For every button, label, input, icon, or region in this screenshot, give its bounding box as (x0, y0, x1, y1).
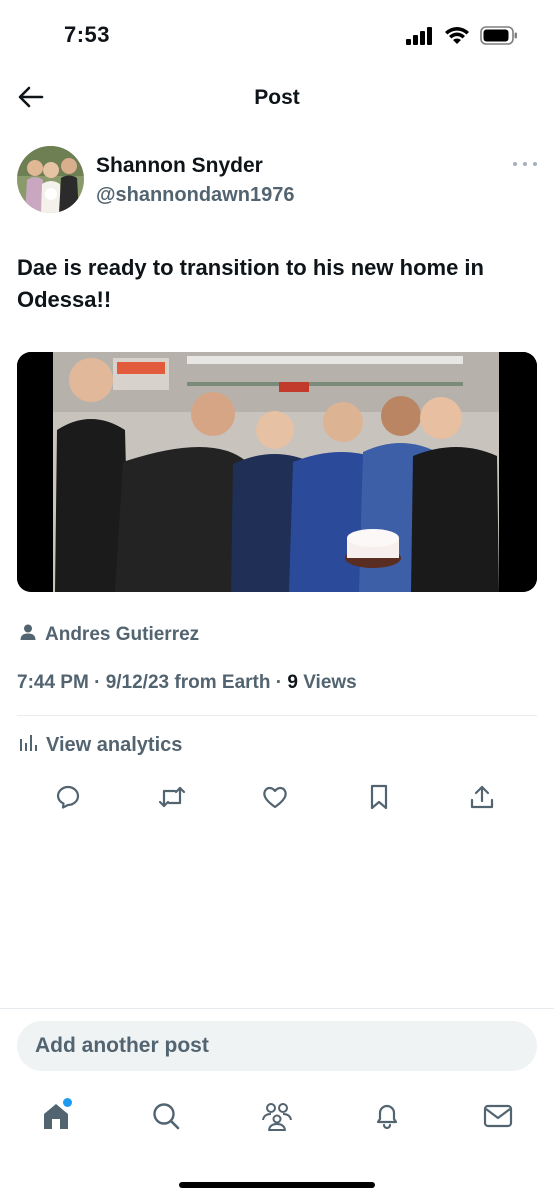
status-icons (406, 26, 518, 50)
post-meta: 7:44 PM · 9/12/23 from Earth · 9 Views (17, 672, 357, 694)
page-title: Post (254, 86, 300, 109)
tab-messages[interactable] (478, 1098, 518, 1138)
tab-communities[interactable] (257, 1098, 297, 1138)
person-icon (19, 623, 37, 647)
post-text: Dae is ready to transition to his new ho… (17, 255, 484, 312)
post-author: Shannon Snyder @shannondawn1976 (17, 146, 537, 216)
repost-icon (157, 784, 187, 815)
communities-icon (260, 1100, 294, 1137)
views-label: Views (303, 672, 357, 693)
cellular-signal-icon (406, 26, 434, 50)
like-button[interactable] (260, 784, 290, 814)
view-analytics-link[interactable]: View analytics (19, 733, 182, 757)
more-options-button[interactable] (513, 156, 537, 172)
group-photo (17, 352, 537, 592)
wifi-icon (444, 26, 470, 50)
analytics-icon (19, 733, 37, 757)
post-time: 7:44 PM (17, 672, 89, 693)
status-bar: 7:53 (0, 0, 554, 72)
author-handle[interactable]: @shannondawn1976 (96, 184, 294, 207)
more-dot (523, 162, 527, 166)
home-indicator[interactable] (179, 1182, 375, 1188)
share-icon (469, 784, 495, 815)
post-date: 9/12/23 (105, 672, 170, 693)
nav-header: Post (0, 72, 554, 128)
bookmark-icon (367, 784, 391, 815)
meta-separator: · (275, 672, 283, 693)
compose-placeholder: Add another post (35, 1034, 209, 1057)
tagged-user-row[interactable]: Andres Gutierrez (19, 623, 199, 647)
post-media[interactable] (17, 352, 537, 592)
reply-icon (54, 784, 82, 815)
add-another-post-input[interactable]: Add another post (17, 1021, 537, 1071)
like-icon (261, 784, 289, 815)
divider (17, 715, 537, 716)
home-notification-dot (63, 1098, 72, 1107)
analytics-label: View analytics (46, 733, 183, 756)
share-button[interactable] (467, 784, 497, 814)
reply-button[interactable] (53, 784, 83, 814)
tab-search[interactable] (146, 1098, 186, 1138)
author-name[interactable]: Shannon Snyder (96, 154, 263, 178)
search-icon (150, 1100, 182, 1137)
post-actions (17, 780, 537, 820)
tab-home[interactable] (36, 1098, 76, 1138)
more-dot (533, 162, 537, 166)
avatar[interactable] (17, 146, 84, 213)
repost-button[interactable] (157, 784, 187, 814)
tagged-user-name: Andres Gutierrez (45, 624, 200, 645)
bookmark-button[interactable] (364, 784, 394, 814)
messages-icon (482, 1100, 514, 1137)
battery-icon (480, 26, 518, 50)
meta-separator: · (94, 672, 101, 693)
divider (0, 1008, 554, 1009)
bottom-tab-bar (0, 1092, 554, 1144)
tab-notifications[interactable] (367, 1098, 407, 1138)
more-dot (513, 162, 517, 166)
status-time: 7:53 (64, 22, 111, 47)
views-count: 9 (287, 672, 298, 693)
notifications-icon (371, 1100, 403, 1137)
post-source: from Earth (174, 672, 271, 693)
